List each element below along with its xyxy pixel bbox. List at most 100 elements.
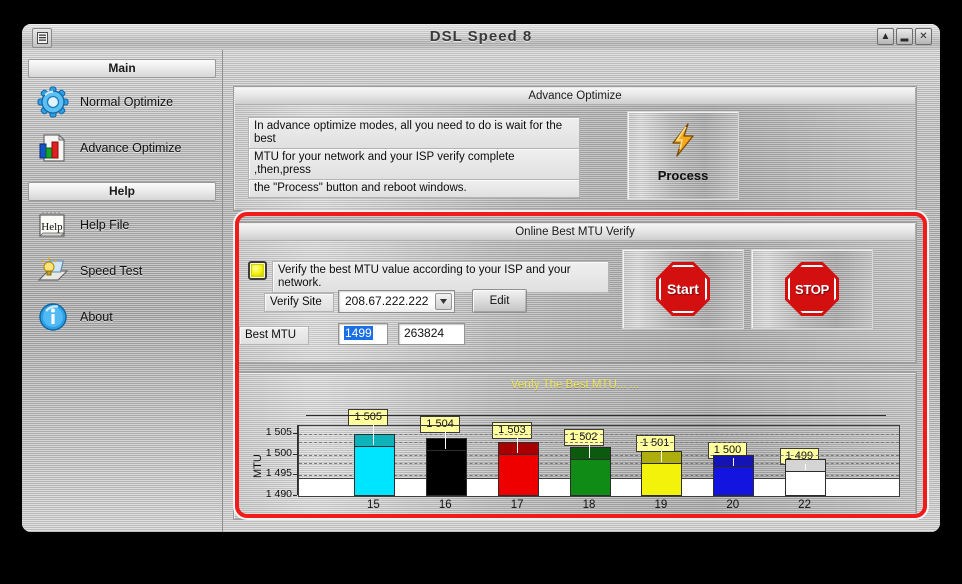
chart-x-tick-label: 17 [510, 499, 524, 511]
chart-y-tick-label: 1 495 [265, 467, 292, 480]
chart-bar [569, 446, 611, 496]
stop-sign-icon: STOP [785, 262, 839, 316]
advance-info-line-3: the "Process" button and reboot windows. [248, 179, 580, 198]
info-icon [36, 300, 70, 334]
advance-optimize-panel-title: Advance Optimize [235, 88, 915, 105]
chart-title: Verify The Best MTU... ... [510, 379, 640, 391]
sidebar-item-normal-optimize[interactable]: Normal Optimize [28, 80, 216, 124]
chart-bar-body [641, 462, 683, 496]
chart-label-leader [517, 438, 519, 454]
speed-test-icon [36, 254, 70, 288]
restore-button[interactable]: ▲ [877, 28, 894, 45]
process-button[interactable]: Process [627, 111, 739, 200]
stop-button[interactable]: STOP [751, 249, 873, 329]
sidebar-group-header-main: Main [28, 59, 216, 78]
help-notepad-icon: Help [36, 208, 70, 242]
chart-bar-body [353, 446, 395, 496]
sidebar-item-label: Normal Optimize [80, 95, 174, 109]
main-content: Advance Optimize In advance optimize mod… [223, 50, 940, 532]
chart-label-leader [589, 444, 591, 458]
best-mtu-value: 1499 [344, 326, 373, 340]
chart-x-tick-label: 18 [582, 499, 596, 511]
stop-button-label: STOP [795, 281, 829, 297]
sidebar-item-help-file[interactable]: Help Help File [28, 203, 216, 247]
sidebar-item-label: About [80, 310, 113, 324]
mtu-description: Verify the best MTU value according to y… [272, 261, 609, 293]
sidebar-item-label: Help File [80, 218, 130, 232]
chart-label-leader [660, 451, 662, 462]
start-button-label: Start [667, 281, 699, 297]
chart-label-leader [445, 431, 447, 450]
chart-bar-cap [641, 450, 683, 464]
sidebar-item-speed-test[interactable]: Speed Test [28, 249, 216, 293]
sidebar-item-label: Advance Optimize [80, 141, 182, 155]
chart-y-tick-mark [293, 495, 297, 496]
best-mtu-input[interactable]: 1499 [338, 323, 388, 345]
chart-top-rule [306, 415, 886, 416]
mtu-counter-value: 263824 [404, 326, 445, 340]
chart-bar-body [497, 454, 539, 496]
chart-y-tick-label: 1 490 [265, 488, 292, 500]
minimize-button[interactable]: ▂ [896, 28, 913, 45]
advance-optimize-panel: Advance Optimize In advance optimize mod… [233, 86, 917, 211]
chart-bar-body [785, 470, 827, 496]
chart-bar [425, 438, 467, 496]
mtu-verify-panel: Online Best MTU Verify Verify the best M… [233, 222, 917, 364]
chart-bar-cap [785, 458, 827, 472]
mtu-counter-input[interactable]: 263824 [398, 323, 465, 345]
main-window: DSL Speed 8 ▲ ▂ ✕ Main Normal Optimize A… [22, 24, 940, 532]
sidebar-item-advance-optimize[interactable]: Advance Optimize [28, 126, 216, 170]
mtu-chart-panel: Verify The Best MTU... ... MTU 1 505 1 50… [233, 372, 917, 520]
chart-bar-cap [569, 446, 611, 460]
chart-label-leader [804, 464, 806, 470]
window-title: DSL Speed 8 [429, 28, 533, 45]
chart-y-tick-label: 1 505 [265, 426, 292, 439]
lightning-bolt-icon [666, 122, 700, 163]
verify-site-value: 208.67.222.222 [345, 294, 429, 308]
chart-plot-area [298, 425, 900, 497]
gear-icon [36, 85, 70, 119]
advance-info-line-1: In advance optimize modes, all you need … [248, 117, 580, 149]
chart-y-axis [297, 425, 298, 495]
application-root: DSL Speed 8 ▲ ▂ ✕ Main Normal Optimize A… [22, 24, 940, 532]
sidebar-group-header-help: Help [28, 182, 216, 201]
chart-data-label: 1 505 [348, 409, 388, 426]
sidebar: Main Normal Optimize Advance Optimize He… [22, 50, 223, 532]
best-mtu-label: Best MTU [239, 326, 309, 345]
close-button[interactable]: ✕ [915, 28, 932, 45]
start-sign-icon: Start [656, 262, 710, 316]
chart-bar-cap [713, 454, 755, 468]
chart-y-tick-label: 1 500 [265, 446, 292, 459]
chart-x-tick-label: 16 [438, 499, 452, 511]
chevron-down-icon[interactable] [435, 293, 452, 310]
verify-site-label: Verify Site [264, 293, 334, 312]
window-controls: ▲ ▂ ✕ [877, 28, 932, 45]
process-button-label: Process [657, 168, 709, 183]
status-led [248, 261, 267, 280]
start-button[interactable]: Start [622, 249, 744, 329]
chart-label-leader [732, 457, 734, 466]
advance-info-line-2: MTU for your network and your ISP verify… [248, 148, 580, 180]
edit-button[interactable]: Edit [472, 289, 527, 313]
chart-bar-cap [353, 434, 395, 448]
chart-bar [713, 454, 755, 496]
chart-bar-body [425, 450, 467, 496]
chart-x-tick-label: 15 [367, 499, 380, 511]
chart-x-tick-label: 19 [654, 499, 668, 511]
verify-site-combo[interactable]: 208.67.222.222 [338, 290, 455, 313]
chart-bar-body [569, 458, 611, 496]
chart-label-leader [373, 425, 375, 446]
title-bar: DSL Speed 8 ▲ ▂ ✕ [22, 24, 940, 51]
chart-bar [785, 458, 827, 496]
sidebar-item-about[interactable]: About [28, 295, 216, 339]
mtu-verify-panel-title: Online Best MTU Verify [235, 224, 915, 241]
sidebar-item-label: Speed Test [80, 264, 143, 278]
chart-bar [497, 442, 539, 496]
chart-bar-body [713, 466, 755, 496]
chart-bar [641, 450, 683, 496]
svg-text:Help: Help [41, 221, 63, 233]
chart-x-tick-label: 20 [726, 499, 740, 511]
chart-x-tick-label: 22 [798, 499, 811, 511]
chart-bar [353, 434, 395, 496]
chart-bar-cap [497, 442, 539, 456]
